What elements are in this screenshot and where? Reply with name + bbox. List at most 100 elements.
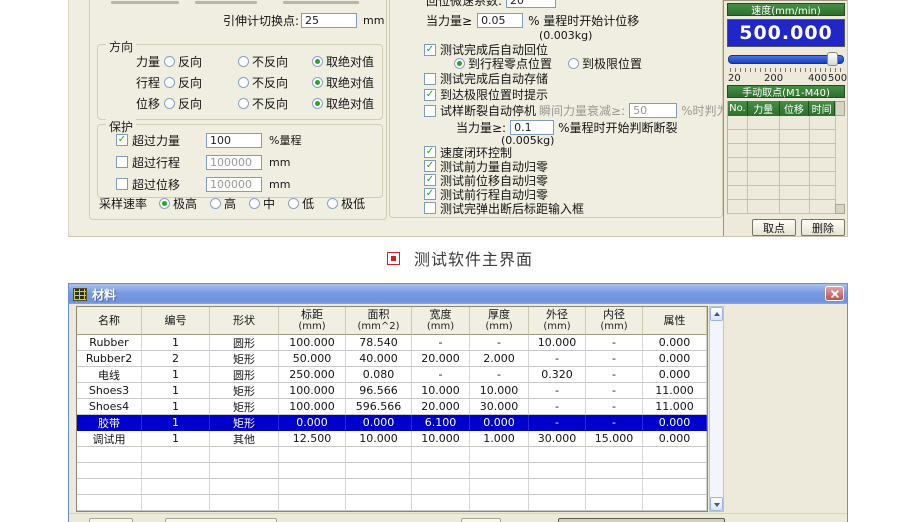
- break-stop-input[interactable]: [629, 103, 677, 118]
- scroll-down-button[interactable]: [710, 497, 723, 511]
- radio-option[interactable]: 不反向: [238, 53, 312, 70]
- break-judge-input[interactable]: [510, 120, 554, 135]
- grid-empty-row[interactable]: [728, 144, 845, 158]
- column-header[interactable]: 宽度(mm): [412, 307, 470, 335]
- option-checkbox-row[interactable]: ✓速度闭环控制: [424, 146, 584, 158]
- radio-option[interactable]: 高: [210, 195, 236, 212]
- column-header[interactable]: 属性: [643, 307, 707, 335]
- radio[interactable]: [238, 77, 249, 88]
- radio-option[interactable]: 低: [288, 195, 314, 212]
- grid-corner-box[interactable]: [835, 204, 845, 214]
- radio-option[interactable]: 取绝对值: [312, 95, 374, 112]
- radio-option[interactable]: 反向: [164, 74, 238, 91]
- radio[interactable]: [238, 56, 249, 67]
- materials-titlebar[interactable]: 材料: [69, 284, 847, 304]
- grid-empty-row[interactable]: [728, 200, 845, 214]
- material-row[interactable]: Rubber22矩形50.00040.00020.0002.000--0.000: [77, 351, 707, 367]
- option-checkbox-row[interactable]: ✓测试前力量自动归零: [424, 160, 584, 172]
- auto-save-checkbox[interactable]: [424, 73, 436, 85]
- option-checkbox-row[interactable]: ✓测试前位移自动归零: [424, 174, 584, 186]
- column-header[interactable]: 编号: [142, 307, 210, 335]
- clipped-button[interactable]: [89, 518, 133, 522]
- grid-header-corner[interactable]: [835, 101, 845, 116]
- radio-option[interactable]: 取绝对值: [312, 74, 374, 91]
- radio-option[interactable]: 极高: [159, 195, 197, 212]
- radio[interactable]: [159, 198, 170, 209]
- checkbox[interactable]: ✓: [424, 174, 436, 186]
- radio[interactable]: [164, 98, 175, 109]
- option-checkbox-row[interactable]: 测试完弹出断后标距输入框: [424, 202, 584, 214]
- displacement-start-input[interactable]: [477, 13, 523, 28]
- radio[interactable]: [164, 77, 175, 88]
- column-header[interactable]: 内径(mm): [586, 307, 643, 335]
- material-empty-row[interactable]: [77, 463, 707, 479]
- break-stop-row[interactable]: 试样断裂自动停机 瞬间力量衰减≥: %时判为断裂: [424, 102, 753, 119]
- radio-option[interactable]: 极低: [327, 195, 365, 212]
- protection-value-input[interactable]: [206, 155, 262, 170]
- radio[interactable]: [249, 198, 260, 209]
- protection-value-input[interactable]: [206, 133, 262, 148]
- column-header[interactable]: 名称: [77, 307, 142, 335]
- grid-empty-row[interactable]: [728, 130, 845, 144]
- radio-option[interactable]: 反向: [164, 53, 238, 70]
- column-header[interactable]: 标距(mm): [279, 307, 346, 335]
- radio-option[interactable]: 不反向: [238, 74, 312, 91]
- close-button[interactable]: [825, 286, 844, 301]
- limit-prompt-checkbox[interactable]: ✓: [424, 89, 436, 101]
- protection-value-input[interactable]: [206, 177, 262, 192]
- column-header[interactable]: 外径(mm): [529, 307, 586, 335]
- checkbox[interactable]: ✓: [424, 160, 436, 172]
- checkbox[interactable]: ✓: [424, 146, 436, 158]
- radio[interactable]: [312, 77, 323, 88]
- extensometer-input[interactable]: [301, 13, 357, 28]
- material-row[interactable]: Rubber1圆形100.00078.540--10.000-0.000: [77, 335, 707, 351]
- radio[interactable]: [288, 198, 299, 209]
- slider-thumb[interactable]: [827, 52, 838, 66]
- auto-return-checkbox[interactable]: ✓: [424, 44, 436, 56]
- clipped-panel[interactable]: [558, 518, 725, 522]
- radio[interactable]: [327, 198, 338, 209]
- pick-point-button[interactable]: 取点: [752, 219, 796, 236]
- delete-point-button[interactable]: 删除: [801, 219, 845, 236]
- material-empty-row[interactable]: [77, 495, 707, 511]
- radio[interactable]: [568, 58, 579, 69]
- radio-option[interactable]: 取绝对值: [312, 53, 374, 70]
- clipped-button[interactable]: [461, 518, 501, 522]
- material-row[interactable]: 调试用1其他12.50010.00010.0001.00030.00015.00…: [77, 431, 707, 447]
- option-checkbox-row[interactable]: ✓测试前行程自动归零: [424, 188, 584, 200]
- checkbox[interactable]: [424, 202, 436, 214]
- break-stop-checkbox[interactable]: [424, 105, 436, 117]
- column-header[interactable]: 厚度(mm): [470, 307, 529, 335]
- radio[interactable]: [164, 56, 175, 67]
- checkbox[interactable]: [116, 156, 128, 168]
- column-header[interactable]: 形状: [210, 307, 279, 335]
- grid-empty-row[interactable]: [728, 186, 845, 200]
- radio[interactable]: [312, 98, 323, 109]
- grid-empty-row[interactable]: [728, 116, 845, 130]
- radio-option[interactable]: 不反向: [238, 95, 312, 112]
- auto-save-row[interactable]: 测试完成后自动存储: [424, 70, 548, 87]
- radio-option[interactable]: 到极限位置: [568, 55, 642, 72]
- material-empty-row[interactable]: [77, 447, 707, 463]
- scroll-up-button[interactable]: [710, 307, 723, 321]
- material-row[interactable]: Shoes41矩形100.000596.56620.00030.000--11.…: [77, 399, 707, 415]
- material-empty-row[interactable]: [77, 479, 707, 495]
- radio-option[interactable]: 中: [249, 195, 275, 212]
- grid-empty-row[interactable]: [728, 172, 845, 186]
- radio-option[interactable]: 反向: [164, 95, 238, 112]
- radio[interactable]: [238, 98, 249, 109]
- checkbox[interactable]: [116, 178, 128, 190]
- radio[interactable]: [210, 198, 221, 209]
- material-row[interactable]: 胶带1矩形0.0000.0006.1000.000--0.000: [77, 415, 707, 431]
- grid-empty-row[interactable]: [728, 158, 845, 172]
- material-row[interactable]: 电线1圆形250.0000.080--0.320-0.000: [77, 367, 707, 383]
- radio[interactable]: [312, 56, 323, 67]
- column-header[interactable]: 面积(mm^2): [346, 307, 412, 335]
- material-row[interactable]: Shoes31矩形100.00096.56610.00010.000--11.0…: [77, 383, 707, 399]
- checkbox[interactable]: ✓: [116, 134, 128, 146]
- return-coefficient-input[interactable]: [506, 0, 556, 8]
- limit-prompt-row[interactable]: ✓ 到达极限位置时提示: [424, 86, 548, 103]
- radio[interactable]: [454, 58, 465, 69]
- checkbox[interactable]: ✓: [424, 188, 436, 200]
- speed-slider[interactable]: [728, 52, 844, 66]
